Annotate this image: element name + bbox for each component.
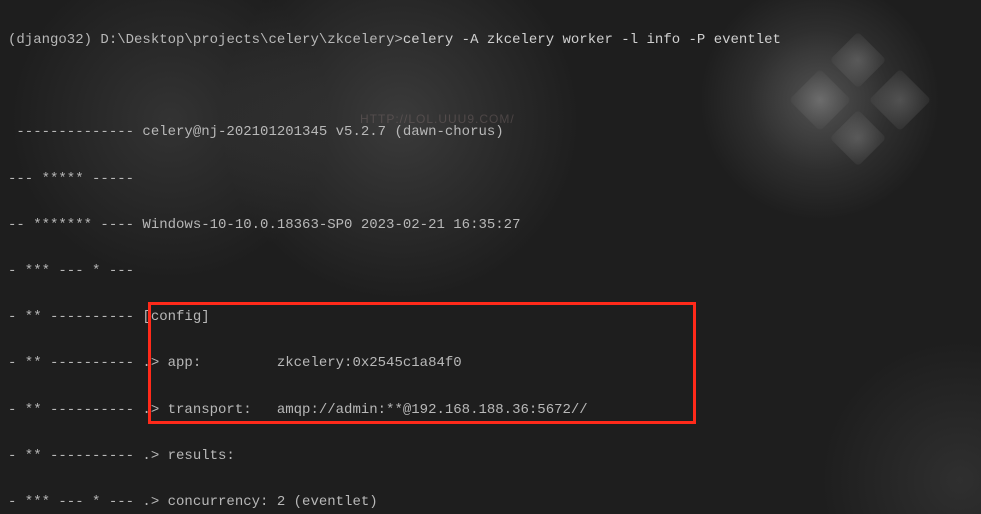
banner-blank	[8, 75, 973, 98]
banner-title: -------------- celery@nj-202101201345 v5…	[8, 121, 973, 144]
config-app: - ** ---------- .> app: zkcelery:0x2545c…	[8, 352, 973, 375]
venv-indicator: (django32)	[8, 32, 100, 48]
prompt-line[interactable]: (django32) D:\Desktop\projects\celery\zk…	[8, 29, 973, 52]
config-transport: - ** ---------- .> transport: amqp://adm…	[8, 399, 973, 422]
command-input[interactable]: celery -A zkcelery worker -l info -P eve…	[403, 32, 781, 48]
platform-line: -- ******* ---- Windows-10-10.0.18363-SP…	[8, 214, 973, 237]
terminal-output: (django32) D:\Desktop\projects\celery\zk…	[0, 0, 981, 514]
config-results: - ** ---------- .> results:	[8, 445, 973, 468]
banner-art: --- ***** -----	[8, 168, 973, 191]
config-header: - ** ---------- [config]	[8, 306, 973, 329]
config-concurrency: - *** --- * --- .> concurrency: 2 (event…	[8, 491, 973, 514]
working-dir: D:\Desktop\projects\celery\zkcelery>	[100, 32, 402, 48]
banner-art: - *** --- * ---	[8, 260, 973, 283]
